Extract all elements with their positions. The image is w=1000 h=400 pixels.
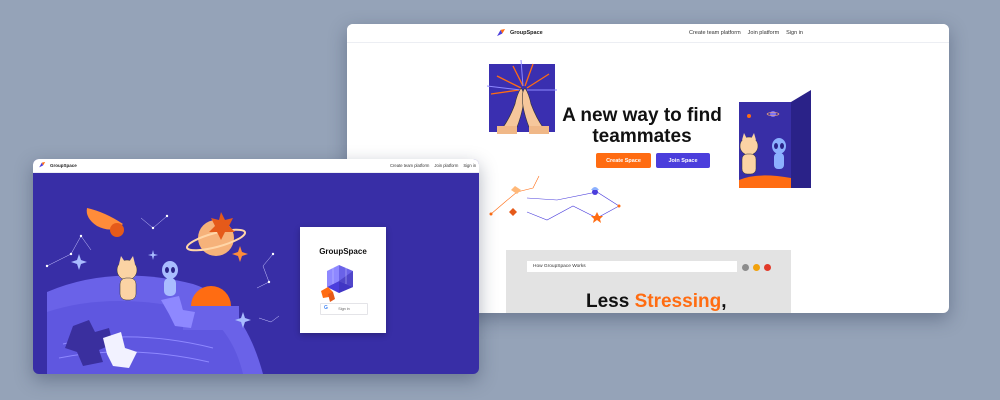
signin-window: GroupSpace Create team platform Join pla… <box>33 159 479 374</box>
signin-brand[interactable]: GroupSpace <box>39 162 77 168</box>
headline-plain: Less <box>586 291 635 312</box>
space-scene-illustration <box>45 208 280 374</box>
window-dot-yellow <box>753 264 760 271</box>
puzzle-cube-illustration <box>321 265 353 302</box>
preview-headline: Less Stressing, <box>586 291 726 313</box>
nav-link-create-team-platform[interactable]: Create team platform <box>390 163 429 168</box>
signin-card: GroupSpace G Sign in <box>300 227 386 333</box>
nav-link-join-platform[interactable]: Join platform <box>748 30 780 36</box>
brand-name: GroupSpace <box>50 162 77 168</box>
how-it-works-preview: How GroupSpace Works Less Stressing, <box>506 250 791 313</box>
landing-navbar: GroupSpace Create team platform Join pla… <box>347 24 949 43</box>
space-door-illustration <box>739 90 811 188</box>
window-dot-red <box>764 264 771 271</box>
signin-button-label: Sign in <box>338 306 350 311</box>
groupspace-logo-icon <box>39 162 46 168</box>
hero-title-line-2: teammates <box>592 126 692 147</box>
brand-name: GroupSpace <box>510 30 543 36</box>
nav-link-create-team-platform[interactable]: Create team platform <box>689 30 741 36</box>
nav-link-sign-in[interactable]: Sign in <box>463 163 476 168</box>
signin-nav-links: Create team platform Join platform Sign … <box>390 163 476 168</box>
nav-link-join-platform[interactable]: Join platform <box>434 163 458 168</box>
signin-card-title: GroupSpace <box>319 247 367 256</box>
create-space-button[interactable]: Create Space <box>596 153 651 168</box>
nav-link-sign-in[interactable]: Sign in <box>786 30 803 36</box>
groupspace-logo-icon <box>497 29 506 37</box>
headline-accent: Stressing <box>634 291 722 312</box>
window-dot-gray <box>742 264 749 271</box>
signin-navbar: GroupSpace Create team platform Join pla… <box>33 159 479 173</box>
landing-brand[interactable]: GroupSpace <box>497 29 543 37</box>
google-signin-button[interactable]: G Sign in <box>320 303 368 315</box>
landing-nav-links: Create team platform Join platform Sign … <box>689 30 803 36</box>
hero-title-line-1: A new way to find <box>562 105 722 126</box>
high-five-illustration <box>487 60 557 134</box>
constellation-illustration <box>489 175 621 223</box>
headline-tail: , <box>721 291 727 312</box>
join-space-button[interactable]: Join Space <box>656 153 710 168</box>
preview-address-bar: How GroupSpace Works <box>527 261 737 272</box>
hero-title: A new way to find teammates <box>552 105 732 147</box>
